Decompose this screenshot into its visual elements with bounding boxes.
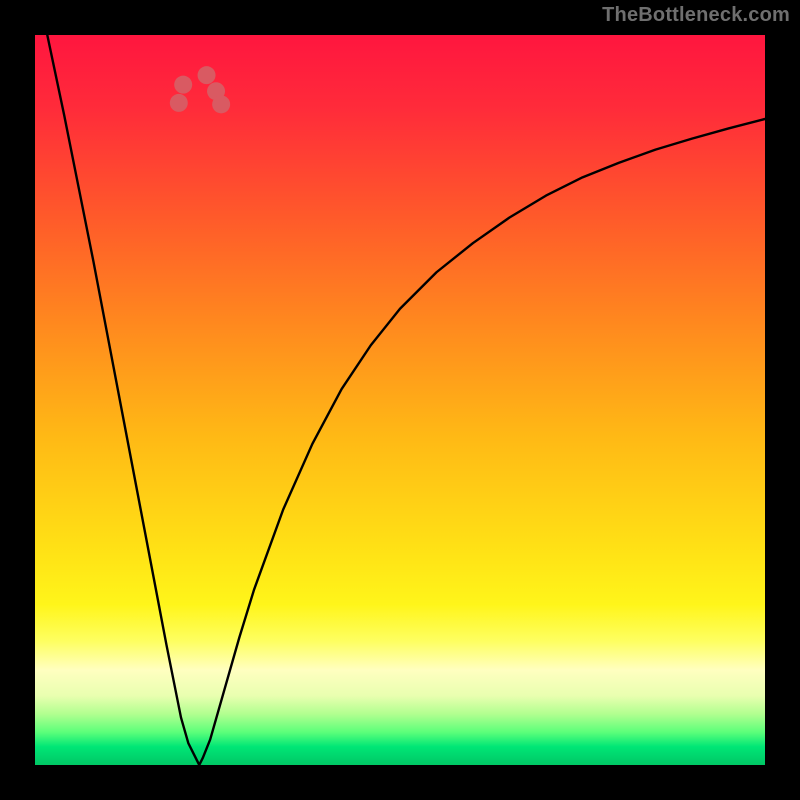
bottleneck-curve [35,35,765,765]
sample-point [174,76,192,94]
sample-point [170,94,188,112]
sample-markers [170,66,230,113]
chart-frame: TheBottleneck.com [0,0,800,800]
sample-point [198,66,216,84]
attribution-text: TheBottleneck.com [602,4,790,27]
sample-point [212,95,230,113]
plot-area [35,35,765,765]
